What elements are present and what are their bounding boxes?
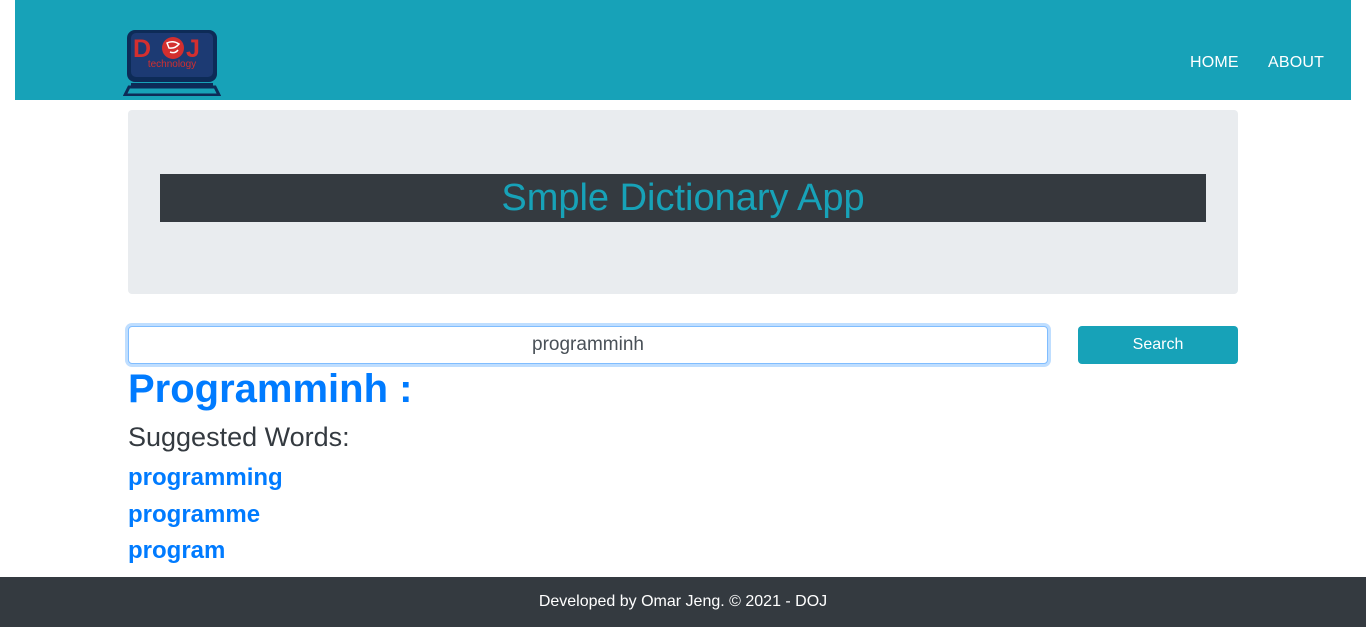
suggested-words-heading: Suggested Words: [128,422,350,452]
search-input[interactable] [128,326,1048,364]
search-button[interactable]: Search [1078,326,1238,364]
suggestion-link-programme[interactable]: programme [128,497,283,534]
jumbotron: Smple Dictionary App [128,110,1238,294]
doj-logo[interactable]: D J technology [122,28,222,97]
suggestion-link-programming[interactable]: programming [128,460,283,497]
footer: Developed by Omar Jeng. © 2021 - DOJ [0,577,1366,627]
navbar: D J technology HOME ABOUT [15,0,1351,100]
page-title: Smple Dictionary App [160,174,1206,222]
nav-about-link[interactable]: ABOUT [1268,54,1324,72]
list-item: programming [128,460,283,497]
list-item: program [128,533,283,570]
suggestion-list: programming programme program [128,460,283,570]
suggestion-link-program[interactable]: program [128,533,283,570]
svg-text:technology: technology [148,59,196,70]
word-heading: Programminh : [128,367,413,411]
doj-technology-logo-icon: D J technology [122,30,222,97]
footer-text: Developed by Omar Jeng. © 2021 - DOJ [538,593,828,610]
list-item: programme [128,497,283,534]
nav-home-link[interactable]: HOME [1190,54,1239,72]
